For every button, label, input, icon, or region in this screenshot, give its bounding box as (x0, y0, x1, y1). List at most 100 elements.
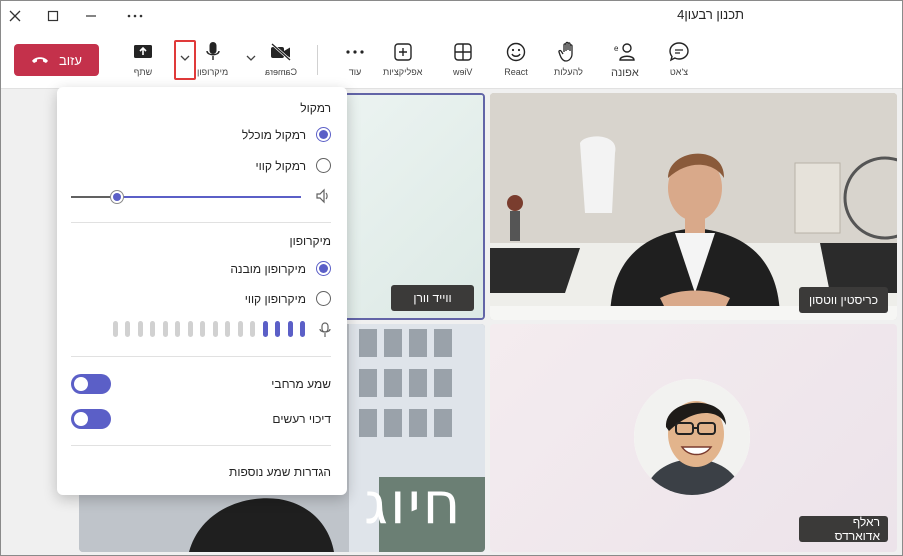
camera-options-caret[interactable] (244, 51, 258, 65)
microphone-icon (319, 322, 331, 337)
more-audio-settings-link[interactable]: הגדרות שמע נוספות (229, 465, 331, 479)
toolbar-separator (317, 45, 318, 75)
mic-level-bar (237, 321, 243, 337)
participant-name-tag: ווייד וורן (391, 285, 474, 311)
more-dots-icon (127, 14, 143, 18)
apps-label: אפליקציות (383, 67, 423, 77)
minimize-icon (86, 15, 96, 17)
speaker-volume-icon-wrap (315, 188, 331, 209)
mic-option-label: מיקרופון מובנה (230, 261, 306, 276)
mic-level-bar (187, 321, 193, 337)
share-screen-icon (134, 45, 152, 58)
participant-name-tag: ראלף אדוארדס (799, 515, 888, 543)
camera-button[interactable]: Camera (265, 40, 297, 77)
smiley-icon (506, 42, 526, 62)
speaker-option-builtin[interactable]: רמקול מוכלל (242, 127, 331, 142)
avatar (634, 379, 750, 495)
share-label: שתף (133, 67, 153, 77)
radio-unchecked-icon (316, 158, 331, 173)
react-label: React (504, 67, 528, 77)
mic-level-bar (162, 321, 168, 337)
radio-checked-icon (316, 261, 331, 276)
hangup-icon (32, 57, 49, 63)
mic-level-bar (287, 321, 293, 337)
maximize-icon (47, 10, 59, 22)
chevron-down-icon (246, 55, 256, 61)
mic-level-bar (275, 321, 280, 337)
chat-button[interactable]: צ'אט (667, 40, 691, 77)
mic-level-bar (262, 321, 268, 337)
camera-label: Camera (265, 67, 298, 77)
mic-button[interactable]: מיקרופון (197, 40, 228, 77)
mic-label: מיקרופון (197, 67, 229, 77)
speaker-heading: רמקול (300, 101, 331, 115)
share-button[interactable]: שתף (131, 40, 155, 77)
mic-level-bar (225, 321, 230, 337)
view-label: View (453, 67, 473, 77)
avatar-photo (634, 379, 750, 495)
participant-name-tag: כריסטין ווטסון (799, 287, 888, 313)
mic-level-bar (175, 321, 180, 337)
more-button[interactable]: עוד (343, 40, 367, 77)
divider (71, 222, 331, 223)
mic-option-label: מיקרופון קווי (244, 291, 306, 306)
divider (71, 356, 331, 357)
participant-video-image (490, 93, 897, 320)
leave-button[interactable]: עזוב (14, 44, 99, 76)
people-label: אפונה (611, 67, 639, 79)
meeting-title: תכנון רבעון4 (677, 7, 744, 22)
close-icon (9, 10, 21, 22)
mic-level-bar (112, 321, 118, 337)
mic-level-bar (200, 321, 205, 337)
minimize-window-button[interactable] (79, 6, 103, 26)
raise-hand-button[interactable]: להעלות (554, 40, 583, 77)
chat-label: צ'אט (669, 67, 689, 77)
mic-level-bar (300, 321, 305, 337)
close-window-button[interactable] (3, 6, 27, 26)
mic-level-bar (250, 321, 255, 337)
mic-option-wired[interactable]: מיקרופון קווי (245, 291, 331, 306)
mic-option-builtin[interactable]: מיקרופון מובנה (230, 261, 331, 276)
title-bar: תכנון רבעון4 (1, 1, 902, 31)
teams-window: תכנון רבעון4 עזוב שתף מיקרופון Camera עו… (0, 0, 903, 556)
audio-settings-panel: רמקול רמקול מוכלל רמקול קווי מיקרופון מי… (57, 87, 347, 495)
raise-hand-icon (558, 41, 574, 62)
mic-level-bar (150, 321, 155, 337)
mic-level-icon-wrap (319, 322, 331, 343)
radio-unchecked-icon (316, 291, 331, 306)
radio-checked-icon (316, 127, 331, 142)
svg-text:e: e (614, 44, 619, 53)
maximize-window-button[interactable] (41, 6, 65, 26)
mic-heading: מיקרופון (289, 234, 331, 248)
shared-caption-text: חיוג (364, 469, 463, 537)
speaker-option-label: רמקול מוכלל (241, 127, 306, 142)
mic-caret-highlight (174, 40, 196, 80)
spatial-audio-toggle[interactable] (71, 374, 111, 394)
add-app-icon (393, 43, 412, 61)
raise-hand-label: להעלות (554, 67, 583, 77)
apps-button[interactable]: אפליקציות (383, 40, 422, 77)
grid-view-icon (454, 43, 472, 61)
window-more-button[interactable] (123, 6, 147, 26)
react-button[interactable]: React (504, 40, 528, 77)
noise-suppression-toggle[interactable] (71, 409, 111, 429)
people-icon: e (614, 43, 635, 61)
more-dots-icon (346, 50, 364, 54)
meeting-toolbar: עזוב שתף מיקרופון Camera עוד אפליקציות V… (1, 31, 902, 89)
video-tile-christine[interactable]: כריסטין ווטסון (490, 93, 897, 320)
divider (71, 445, 331, 446)
mic-level-bar (125, 321, 130, 337)
camera-off-icon (271, 43, 291, 61)
speaker-option-label: רמקול קווי (255, 158, 307, 173)
mic-level-bar (137, 321, 143, 337)
speaker-option-wired[interactable]: רמקול קווי (255, 158, 331, 173)
volume-slider-thumb[interactable] (110, 190, 124, 204)
microphone-icon (205, 42, 220, 60)
people-button[interactable]: e אפונה (611, 40, 639, 79)
more-label: עוד (348, 67, 362, 77)
leave-label: עזוב (59, 52, 82, 68)
spatial-audio-label: שמע מרחבי (271, 377, 331, 391)
mic-level-bar (212, 321, 218, 337)
video-tile-ralph[interactable]: ראלף אדוארדס (490, 324, 897, 552)
view-button[interactable]: View (451, 40, 475, 77)
